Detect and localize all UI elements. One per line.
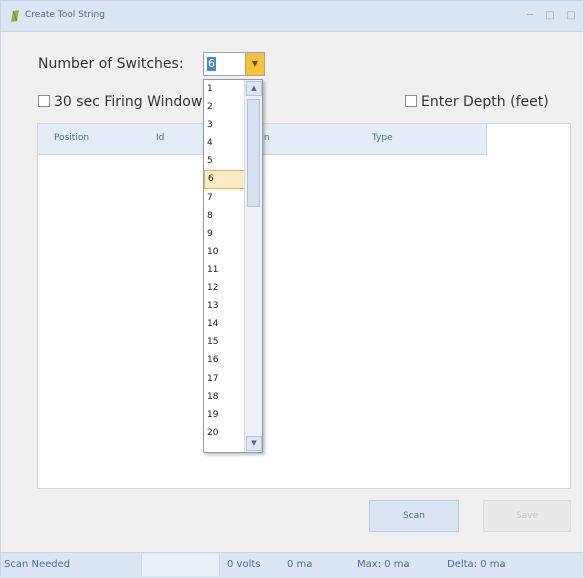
column-header-type[interactable]: Type <box>372 133 393 143</box>
dropdown-option[interactable]: 5 <box>204 152 246 170</box>
dropdown-option[interactable]: 20 <box>204 424 246 442</box>
title-bar[interactable]: Create Tool String ─ □ □ <box>1 1 583 32</box>
status-bar: Scan Needed 0 volts 0 ma Max: 0 ma Delta… <box>1 552 583 578</box>
status-volts: 0 volts <box>227 559 261 570</box>
dropdown-option[interactable]: 6 <box>204 170 246 189</box>
scrollbar-thumb[interactable] <box>247 99 260 207</box>
switches-value[interactable]: 6 <box>207 57 216 71</box>
enter-depth-checkbox[interactable]: Enter Depth (feet) <box>405 94 549 110</box>
dropdown-option[interactable]: 16 <box>204 351 246 369</box>
status-delta: Delta: 0 ma <box>447 559 506 570</box>
dropdown-option[interactable]: 19 <box>204 406 246 424</box>
checkbox-box[interactable] <box>405 95 417 107</box>
dropdown-option[interactable]: 18 <box>204 388 246 406</box>
dropdown-option[interactable]: 12 <box>204 279 246 297</box>
column-header-position[interactable]: Position <box>54 133 89 143</box>
firing-window-label: 30 sec Firing Window <box>54 94 203 110</box>
chevron-down-icon[interactable]: ▼ <box>245 53 264 75</box>
minimize-icon[interactable]: ─ <box>523 9 537 23</box>
checkbox-box[interactable] <box>38 95 50 107</box>
firing-window-checkbox[interactable]: 30 sec Firing Window <box>38 94 203 110</box>
column-header-n[interactable]: n <box>264 133 270 143</box>
chevron-down-icon[interactable]: ▼ <box>246 436 262 451</box>
dropdown-option[interactable]: 2 <box>204 98 246 116</box>
dropdown-option[interactable]: 4 <box>204 134 246 152</box>
status-progress-box <box>141 554 220 576</box>
scan-button[interactable]: Scan <box>369 500 459 532</box>
status-current: 0 ma <box>287 559 313 570</box>
dropdown-scrollbar[interactable]: ▲ ▼ <box>244 80 262 452</box>
chevron-up-icon[interactable]: ▲ <box>246 81 262 96</box>
dropdown-option[interactable]: 3 <box>204 116 246 134</box>
status-max: Max: 0 ma <box>357 559 410 570</box>
enter-depth-label: Enter Depth (feet) <box>421 94 549 110</box>
switches-combobox[interactable]: 6 ▼ <box>203 52 265 76</box>
dropdown-option[interactable]: 14 <box>204 315 246 333</box>
dropdown-option[interactable]: 13 <box>204 297 246 315</box>
maximize-icon[interactable]: □ <box>543 9 557 23</box>
save-button[interactable]: Save <box>483 500 571 532</box>
dropdown-option[interactable]: 9 <box>204 225 246 243</box>
column-header-id[interactable]: Id <box>156 133 164 143</box>
dropdown-options[interactable]: 1 2 3 4 5 6 7 8 9 10 11 12 13 14 15 16 17 18 19 20 <box>204 80 246 452</box>
dropdown-option[interactable]: 8 <box>204 207 246 225</box>
dropdown-option[interactable]: 17 <box>204 370 246 388</box>
dropdown-option[interactable]: 10 <box>204 243 246 261</box>
close-icon[interactable]: □ <box>564 9 578 23</box>
app-icon <box>11 10 19 22</box>
window-title: Create Tool String <box>25 10 105 20</box>
create-tool-string-window: Create Tool String ─ □ □ Number of Switc… <box>0 0 584 578</box>
dropdown-option[interactable]: 15 <box>204 333 246 351</box>
switches-dropdown-list[interactable]: 1 2 3 4 5 6 7 8 9 10 11 12 13 14 15 16 17 18 19 20 ▲ ▼ <box>203 79 263 453</box>
dropdown-option[interactable]: 7 <box>204 189 246 207</box>
switches-table[interactable]: Position Id n Type <box>37 123 571 489</box>
dropdown-option[interactable]: 11 <box>204 261 246 279</box>
switches-label: Number of Switches: <box>38 56 184 72</box>
dropdown-option[interactable]: 1 <box>204 80 246 98</box>
status-message: Scan Needed <box>4 559 71 570</box>
